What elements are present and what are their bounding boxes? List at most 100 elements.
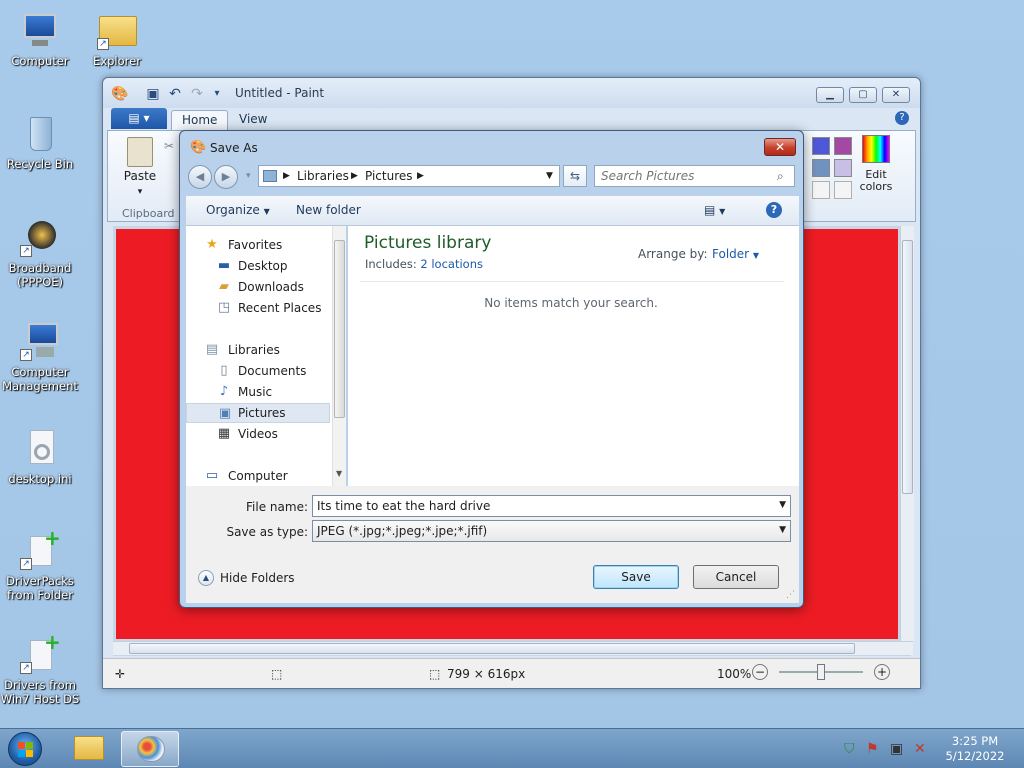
minimize-button[interactable]: ▁ xyxy=(816,87,844,103)
edit-colors-button[interactable]: Edit colors xyxy=(856,135,896,205)
libraries-icon: ▤ xyxy=(205,342,219,357)
taskbar-explorer-button[interactable] xyxy=(60,731,118,767)
chevron-down-icon[interactable]: ▼ xyxy=(779,500,786,510)
recent-pages-icon[interactable]: ▾ xyxy=(246,171,251,181)
folder-icon: ↗ xyxy=(97,10,137,50)
close-button[interactable]: ✕ xyxy=(882,87,910,103)
nav-item-documents[interactable]: ▯ Documents xyxy=(186,361,330,381)
file-name-value[interactable]: Its time to eat the hard drive xyxy=(317,499,490,513)
network-icon[interactable]: ▣ xyxy=(890,741,903,757)
scroll-thumb[interactable] xyxy=(334,240,345,418)
color-swatch[interactable] xyxy=(834,159,852,177)
search-box[interactable]: ⌕ xyxy=(594,165,795,187)
nav-item-libraries[interactable]: ▤ Libraries xyxy=(186,340,330,360)
search-input[interactable] xyxy=(601,169,771,183)
save-as-type-value: JPEG (*.jpg;*.jpeg;*.jpe;*.jfif) xyxy=(317,524,488,538)
action-center-flag-icon[interactable]: ⚑ xyxy=(866,741,879,757)
resize-grip-icon[interactable]: ⋰ xyxy=(786,590,795,600)
desktop-icon-computer[interactable]: Computer xyxy=(0,10,80,68)
chevron-down-icon[interactable]: ▼ xyxy=(779,525,786,535)
redo-icon[interactable]: ↷ xyxy=(189,86,205,102)
save-button[interactable]: Save xyxy=(593,565,679,589)
volume-muted-icon[interactable]: ✕ xyxy=(914,741,926,757)
back-button[interactable]: ◀ xyxy=(188,165,212,189)
organize-menu[interactable]: Organize ▼ xyxy=(206,203,270,217)
taskbar-paint-button[interactable] xyxy=(121,731,179,767)
paint-title-bar[interactable]: 🎨 ▣ ↶ ↷ ▾ Untitled - Paint ▁ ▢ ✕ xyxy=(103,78,920,108)
save-as-type-select[interactable]: JPEG (*.jpg;*.jpeg;*.jpe;*.jfif) ▼ xyxy=(312,520,791,542)
file-name-field[interactable]: Its time to eat the hard drive ▼ xyxy=(312,495,791,517)
address-bar[interactable]: ▶ Libraries ▶ Pictures ▶ ▼ xyxy=(258,165,560,187)
nav-item-music[interactable]: ♪ Music xyxy=(186,382,330,402)
color-swatch[interactable] xyxy=(834,137,852,155)
dialog-title-bar[interactable]: 🎨 Save As ✕ xyxy=(180,131,803,163)
new-folder-button[interactable]: New folder xyxy=(296,203,361,217)
breadcrumb-libraries[interactable]: Libraries xyxy=(297,169,349,183)
desktop-icon-drivers-win7[interactable]: + ↗ Drivers from Win7 Host DS xyxy=(0,632,80,706)
paint-app-icon[interactable]: 🎨 xyxy=(111,86,128,102)
pictures-icon: ▣ xyxy=(218,406,232,421)
desktop-icon-broadband[interactable]: ↗ Broadband (PPPOE) xyxy=(0,217,80,289)
library-locations-link[interactable]: 2 locations xyxy=(420,257,483,271)
forward-button[interactable]: ▶ xyxy=(214,165,238,189)
nav-scrollbar[interactable]: ▼ xyxy=(332,226,346,486)
nav-label: Documents xyxy=(238,364,307,378)
desktop-icon-desktop-ini[interactable]: desktop.ini xyxy=(0,428,80,486)
qat-dropdown-icon[interactable]: ▾ xyxy=(209,86,225,102)
scroll-thumb[interactable] xyxy=(129,643,855,654)
help-icon[interactable]: ? xyxy=(895,111,909,125)
desktop-icon-recycle-bin[interactable]: Recycle Bin xyxy=(0,113,80,171)
search-icon[interactable]: ⌕ xyxy=(777,169,784,184)
breadcrumb-chevron-icon[interactable]: ▶ xyxy=(417,171,424,181)
clock[interactable]: 3:25 PM 5/12/2022 xyxy=(940,734,1010,764)
color-swatch[interactable] xyxy=(812,181,830,199)
dialog-close-button[interactable]: ✕ xyxy=(764,138,796,156)
color-swatch[interactable] xyxy=(834,181,852,199)
start-button[interactable] xyxy=(4,731,48,767)
nav-item-downloads[interactable]: ▰ Downloads xyxy=(186,277,330,297)
horizontal-scrollbar[interactable] xyxy=(113,641,913,655)
navigation-buttons: ◀ ▶ xyxy=(188,165,242,189)
network-connection-icon: ↗ xyxy=(20,217,60,257)
cut-icon[interactable]: ✂ xyxy=(164,139,174,153)
zoom-in-button[interactable]: + xyxy=(874,664,890,680)
refresh-button[interactable]: ⇆ xyxy=(563,165,587,187)
help-icon[interactable]: ? xyxy=(766,202,782,218)
desktop-icon-explorer[interactable]: ↗ Explorer xyxy=(77,10,157,68)
desktop-icon-computer-management[interactable]: ↗ Computer Management xyxy=(0,321,80,393)
breadcrumb-chevron-icon[interactable]: ▶ xyxy=(283,171,290,181)
breadcrumb-chevron-icon[interactable]: ▶ xyxy=(351,171,358,181)
nav-label: Downloads xyxy=(238,280,304,294)
security-shield-icon[interactable]: ⛉ xyxy=(844,741,855,757)
zoom-out-button[interactable]: − xyxy=(752,664,768,680)
nav-item-computer[interactable]: ▭ Computer xyxy=(186,466,330,486)
nav-item-videos[interactable]: ▦ Videos xyxy=(186,424,330,444)
nav-item-desktop[interactable]: ▬ Desktop xyxy=(186,256,330,276)
clipboard-group-label: Clipboard xyxy=(122,207,175,220)
zoom-slider-thumb[interactable] xyxy=(817,664,825,680)
paste-button[interactable]: Paste ▾ xyxy=(120,137,160,201)
color-swatch[interactable] xyxy=(812,137,830,155)
breadcrumb-pictures[interactable]: Pictures xyxy=(365,169,413,183)
settings-file-icon xyxy=(20,428,60,468)
address-dropdown-icon[interactable]: ▼ xyxy=(546,171,553,181)
tab-home[interactable]: Home xyxy=(171,110,229,130)
nav-item-pictures[interactable]: ▣ Pictures xyxy=(186,403,330,423)
save-as-dialog: 🎨 Save As ✕ ◀ ▶ ▾ ▶ Libraries ▶ Pictures… xyxy=(179,130,804,608)
nav-item-favorites[interactable]: ★ Favorites xyxy=(186,235,330,255)
tab-view[interactable]: View xyxy=(229,110,277,130)
desktop-icon-driverpacks[interactable]: + ↗ DriverPacks from Folder xyxy=(0,528,80,602)
change-view-icon[interactable]: ▤ ▼ xyxy=(704,203,725,217)
vertical-scrollbar[interactable] xyxy=(900,226,914,641)
save-icon[interactable]: ▣ xyxy=(145,86,161,102)
maximize-button[interactable]: ▢ xyxy=(849,87,877,103)
cancel-button[interactable]: Cancel xyxy=(693,565,779,589)
arrange-by-dropdown[interactable]: Folder ▼ xyxy=(712,247,759,261)
desktop-icon: ▬ xyxy=(217,258,231,273)
undo-icon[interactable]: ↶ xyxy=(167,86,183,102)
color-swatch[interactable] xyxy=(812,159,830,177)
paint-menu-button[interactable]: ▤ ▾ xyxy=(111,108,167,129)
scroll-down-icon[interactable]: ▼ xyxy=(336,469,342,478)
nav-item-recent-places[interactable]: ◳ Recent Places xyxy=(186,298,330,318)
scroll-thumb[interactable] xyxy=(902,240,913,494)
